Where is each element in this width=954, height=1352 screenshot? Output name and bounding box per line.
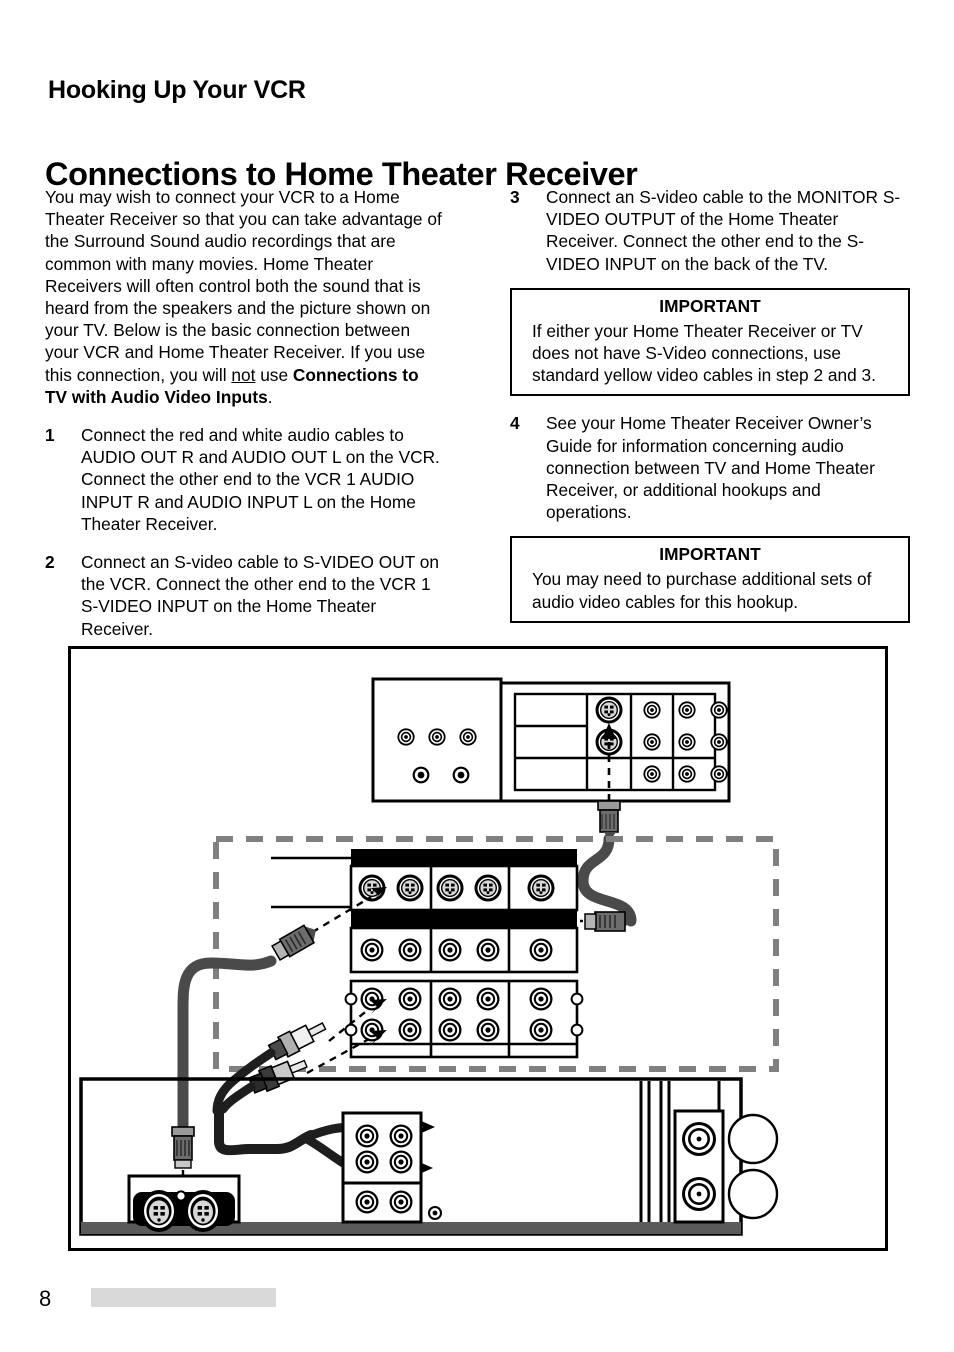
important-box-2-body: You may need to purchase additional sets… [532,569,872,612]
page-number: 8 [39,1286,52,1311]
step-2-text: Connect an S-video cable to S-VIDEO OUT … [81,552,439,639]
step-3-number: 3 [510,187,520,207]
intro-paragraph: You may wish to connect your VCR to a Ho… [45,186,445,408]
left-column: You may wish to connect your VCR to a Ho… [45,186,445,640]
step-1-number: 1 [45,425,55,446]
footer-bar [91,1288,276,1307]
important-box-1-body: If either your Home Theater Receiver or … [532,320,876,386]
step-2-number: 2 [45,552,55,573]
page: Hooking Up Your VCR Connections to Home … [0,0,954,1352]
tv-back-panel [371,677,731,803]
important-box-2-title: IMPORTANT [659,544,761,565]
intro-underlined-word: not [231,364,256,385]
step-1: 1 Connect the red and white audio cables… [45,424,445,535]
step-2: 2 Connect an S-video cable to S-VIDEO OU… [45,551,445,640]
intro-text-part3: . [267,386,273,407]
intro-text-part2: use [255,364,293,385]
intro-text-part1: You may wish to connect your VCR to a Ho… [45,187,442,385]
important-box-1: IMPORTANT If either your Home Theater Re… [510,287,910,397]
step-4-number: 4 [510,413,520,434]
hookup-diagram-frame [68,646,888,1251]
step-3-text: Connect an S-video cable to the MONITOR … [546,187,901,274]
step-3: 3 Connect an S-video cable to the MONITO… [510,186,910,275]
hookup-diagram [79,677,779,1236]
step-4-text: See your Home Theater Receiver Owner’s G… [546,413,875,523]
important-box-1-title: IMPORTANT [659,295,761,316]
running-head: Hooking Up Your VCR [48,76,306,104]
important-box-2: IMPORTANT You may need to purchase addit… [510,536,910,623]
step-1-text: Connect the red and white audio cables t… [81,425,440,534]
step-4: 4 See your Home Theater Receiver Owner’s… [510,412,910,523]
right-column: 3 Connect an S-video cable to the MONITO… [510,186,910,623]
